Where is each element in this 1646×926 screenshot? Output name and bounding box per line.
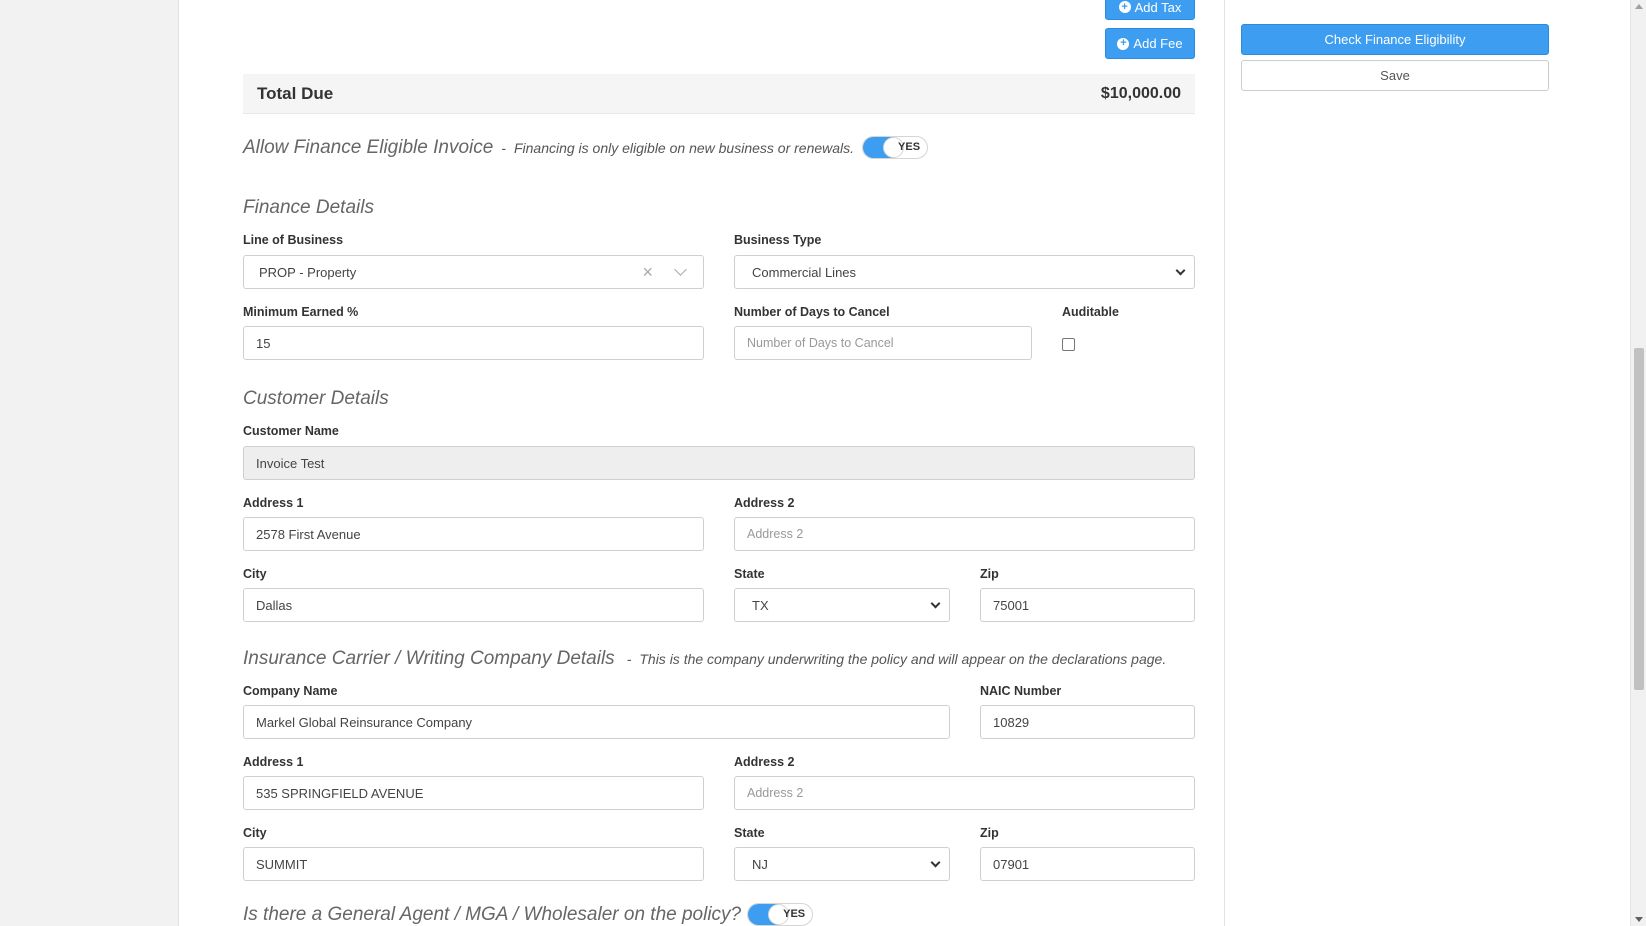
carrier-state-select[interactable]: NJ [734, 847, 950, 881]
line-of-business-select[interactable]: PROP - Property × [243, 255, 704, 289]
general-agent-toggle-value: YES [783, 908, 806, 920]
customer-state-select[interactable]: TX [734, 588, 950, 622]
finance-eligible-toggle[interactable]: YES [862, 136, 929, 159]
customer-city-label: City [243, 567, 267, 581]
customer-city-input[interactable]: Dallas [243, 588, 704, 622]
customer-zip-label: Zip [980, 567, 999, 581]
carrier-address2-input[interactable]: Address 2 [734, 776, 1195, 810]
carrier-city-input[interactable]: SUMMIT [243, 847, 704, 881]
action-rail [1225, 0, 1630, 926]
line-of-business-label: Line of Business [243, 233, 344, 247]
carrier-state-label: State [734, 826, 765, 840]
minimum-earned-input[interactable]: 15 [243, 326, 704, 360]
customer-name-input: Invoice Test [243, 446, 1195, 480]
finance-eligible-toggle-value: YES [898, 141, 921, 153]
carrier-address2-label: Address 2 [734, 755, 795, 769]
auditable-label: Auditable [1062, 305, 1119, 319]
customer-address2-label: Address 2 [734, 496, 795, 510]
customer-details-heading: Customer Details [243, 388, 389, 409]
carrier-heading-row: Insurance Carrier / Writing Company Deta… [243, 648, 1166, 670]
carrier-address1-label: Address 1 [243, 755, 304, 769]
check-finance-eligibility-button[interactable]: Check Finance Eligibility [1241, 24, 1549, 55]
carrier-details-note: This is the company underwriting the pol… [639, 651, 1167, 667]
carrier-zip-label: Zip [980, 826, 999, 840]
days-to-cancel-label: Number of Days to Cancel [734, 305, 890, 319]
general-agent-toggle[interactable]: YES [747, 903, 814, 926]
customer-address1-label: Address 1 [243, 496, 304, 510]
business-type-select[interactable]: Commercial Lines [734, 255, 1195, 289]
scroll-down-icon[interactable] [1635, 917, 1643, 922]
scroll-up-icon[interactable] [1635, 4, 1643, 9]
carrier-details-heading: Insurance Carrier / Writing Company Deta… [243, 648, 615, 669]
naic-number-label: NAIC Number [980, 684, 1062, 698]
chevron-down-icon[interactable] [674, 263, 687, 276]
naic-number-input[interactable]: 10829 [980, 705, 1195, 739]
carrier-details-separator: - [626, 651, 632, 667]
clear-icon[interactable]: × [642, 262, 653, 283]
finance-details-heading: Finance Details [243, 197, 374, 218]
company-name-input[interactable]: Markel Global Reinsurance Company [243, 705, 950, 739]
customer-state-label: State [734, 567, 765, 581]
chevron-down-icon [930, 857, 941, 868]
carrier-city-label: City [243, 826, 267, 840]
carrier-zip-input[interactable]: 07901 [980, 847, 1195, 881]
finance-eligible-separator: - [501, 139, 506, 156]
business-type-label: Business Type [734, 233, 822, 247]
add-tax-button[interactable]: + Add Tax [1105, 0, 1195, 20]
customer-address1-input[interactable]: 2578 First Avenue [243, 517, 704, 551]
chevron-down-icon [1175, 265, 1186, 276]
finance-eligible-row: Allow Finance Eligible Invoice - Financi… [243, 136, 929, 159]
total-due-label: Total Due [257, 83, 334, 103]
add-fee-button[interactable]: + Add Fee [1105, 28, 1195, 59]
customer-name-label: Customer Name [243, 424, 339, 438]
general-agent-heading: Is there a General Agent / MGA / Wholesa… [243, 903, 742, 925]
scroll-thumb[interactable] [1634, 348, 1644, 690]
plus-circle-icon: + [1117, 37, 1130, 50]
total-due-value: $10,000.00 [1100, 84, 1181, 102]
total-due-bar: Total Due $10,000.00 [243, 74, 1195, 114]
finance-eligible-heading: Allow Finance Eligible Invoice [243, 136, 494, 158]
plus-circle-icon: + [1118, 1, 1131, 13]
auditable-checkbox[interactable] [1062, 338, 1075, 351]
customer-address2-input[interactable]: Address 2 [734, 517, 1195, 551]
general-agent-row: Is there a General Agent / MGA / Wholesa… [243, 903, 814, 926]
company-name-label: Company Name [243, 684, 338, 698]
customer-zip-input[interactable]: 75001 [980, 588, 1195, 622]
finance-eligible-note: Financing is only eligible on new busine… [513, 139, 855, 156]
scrollbar[interactable] [1630, 0, 1646, 926]
minimum-earned-label: Minimum Earned % [243, 305, 359, 319]
chevron-down-icon [930, 598, 941, 609]
carrier-address1-input[interactable]: 535 SPRINGFIELD AVENUE [243, 776, 704, 810]
save-button[interactable]: Save [1241, 60, 1549, 91]
days-to-cancel-input[interactable]: Number of Days to Cancel [734, 326, 1032, 360]
